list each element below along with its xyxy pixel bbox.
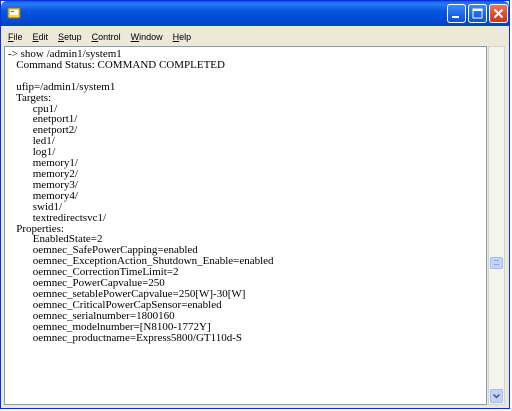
- menu-bar: File Edit Setup Control Window Help: [4, 28, 506, 45]
- terminal-window: File Edit Setup Control Window Help -> s…: [0, 0, 510, 409]
- thumb-grip-icon: [494, 264, 499, 266]
- terminal-app-icon[interactable]: [7, 6, 21, 20]
- terminal-line: Targets:: [8, 91, 52, 104]
- terminal-line: memory4/: [8, 189, 78, 202]
- chevron-down-icon: [492, 393, 501, 399]
- terminal-line: memory3/: [8, 178, 78, 191]
- terminal-line: Command Status: COMMAND COMPLETED: [8, 58, 225, 71]
- terminal-output-area[interactable]: -> show /admin1/system1 Command Status: …: [4, 46, 487, 405]
- menu-help[interactable]: Help: [169, 32, 196, 42]
- terminal-line: oemnec_modelnumber=[N8100-1772Y]: [8, 320, 211, 333]
- close-button[interactable]: [489, 4, 508, 23]
- menu-control[interactable]: Control: [88, 32, 125, 42]
- terminal-line: enetport2/: [8, 124, 78, 137]
- title-bar[interactable]: [1, 1, 509, 26]
- menu-file[interactable]: File: [4, 32, 27, 42]
- scroll-down-button[interactable]: [490, 389, 503, 403]
- terminal-line: enetport1/: [8, 113, 78, 126]
- terminal-line: memory2/: [8, 167, 78, 180]
- terminal-line: oemnec_productname=Express5800/GT110d-S: [8, 331, 242, 344]
- terminal-line: led1/: [8, 135, 55, 148]
- terminal-line: swid1/: [8, 200, 63, 213]
- scrollbar-thumb[interactable]: [490, 257, 503, 269]
- thumb-grip-icon: [494, 260, 499, 262]
- minimize-button[interactable]: [447, 4, 466, 23]
- maximize-button[interactable]: [468, 4, 487, 23]
- terminal-output: -> show /admin1/system1 Command Status: …: [5, 47, 486, 343]
- menu-window[interactable]: Window: [127, 32, 167, 42]
- terminal-line: textredirectsvc1/: [8, 211, 107, 224]
- menu-setup[interactable]: Setup: [54, 32, 86, 42]
- close-icon: [493, 8, 504, 19]
- vertical-scrollbar[interactable]: [488, 46, 505, 405]
- menu-edit[interactable]: Edit: [29, 32, 53, 42]
- terminal-line: log1/: [8, 146, 56, 159]
- terminal-line: cpu1/: [8, 102, 58, 115]
- terminal-line: ufip=/admin1/system1: [8, 80, 116, 93]
- maximize-icon: [472, 8, 483, 19]
- terminal-line: memory1/: [8, 157, 78, 170]
- minimize-icon: [452, 16, 459, 18]
